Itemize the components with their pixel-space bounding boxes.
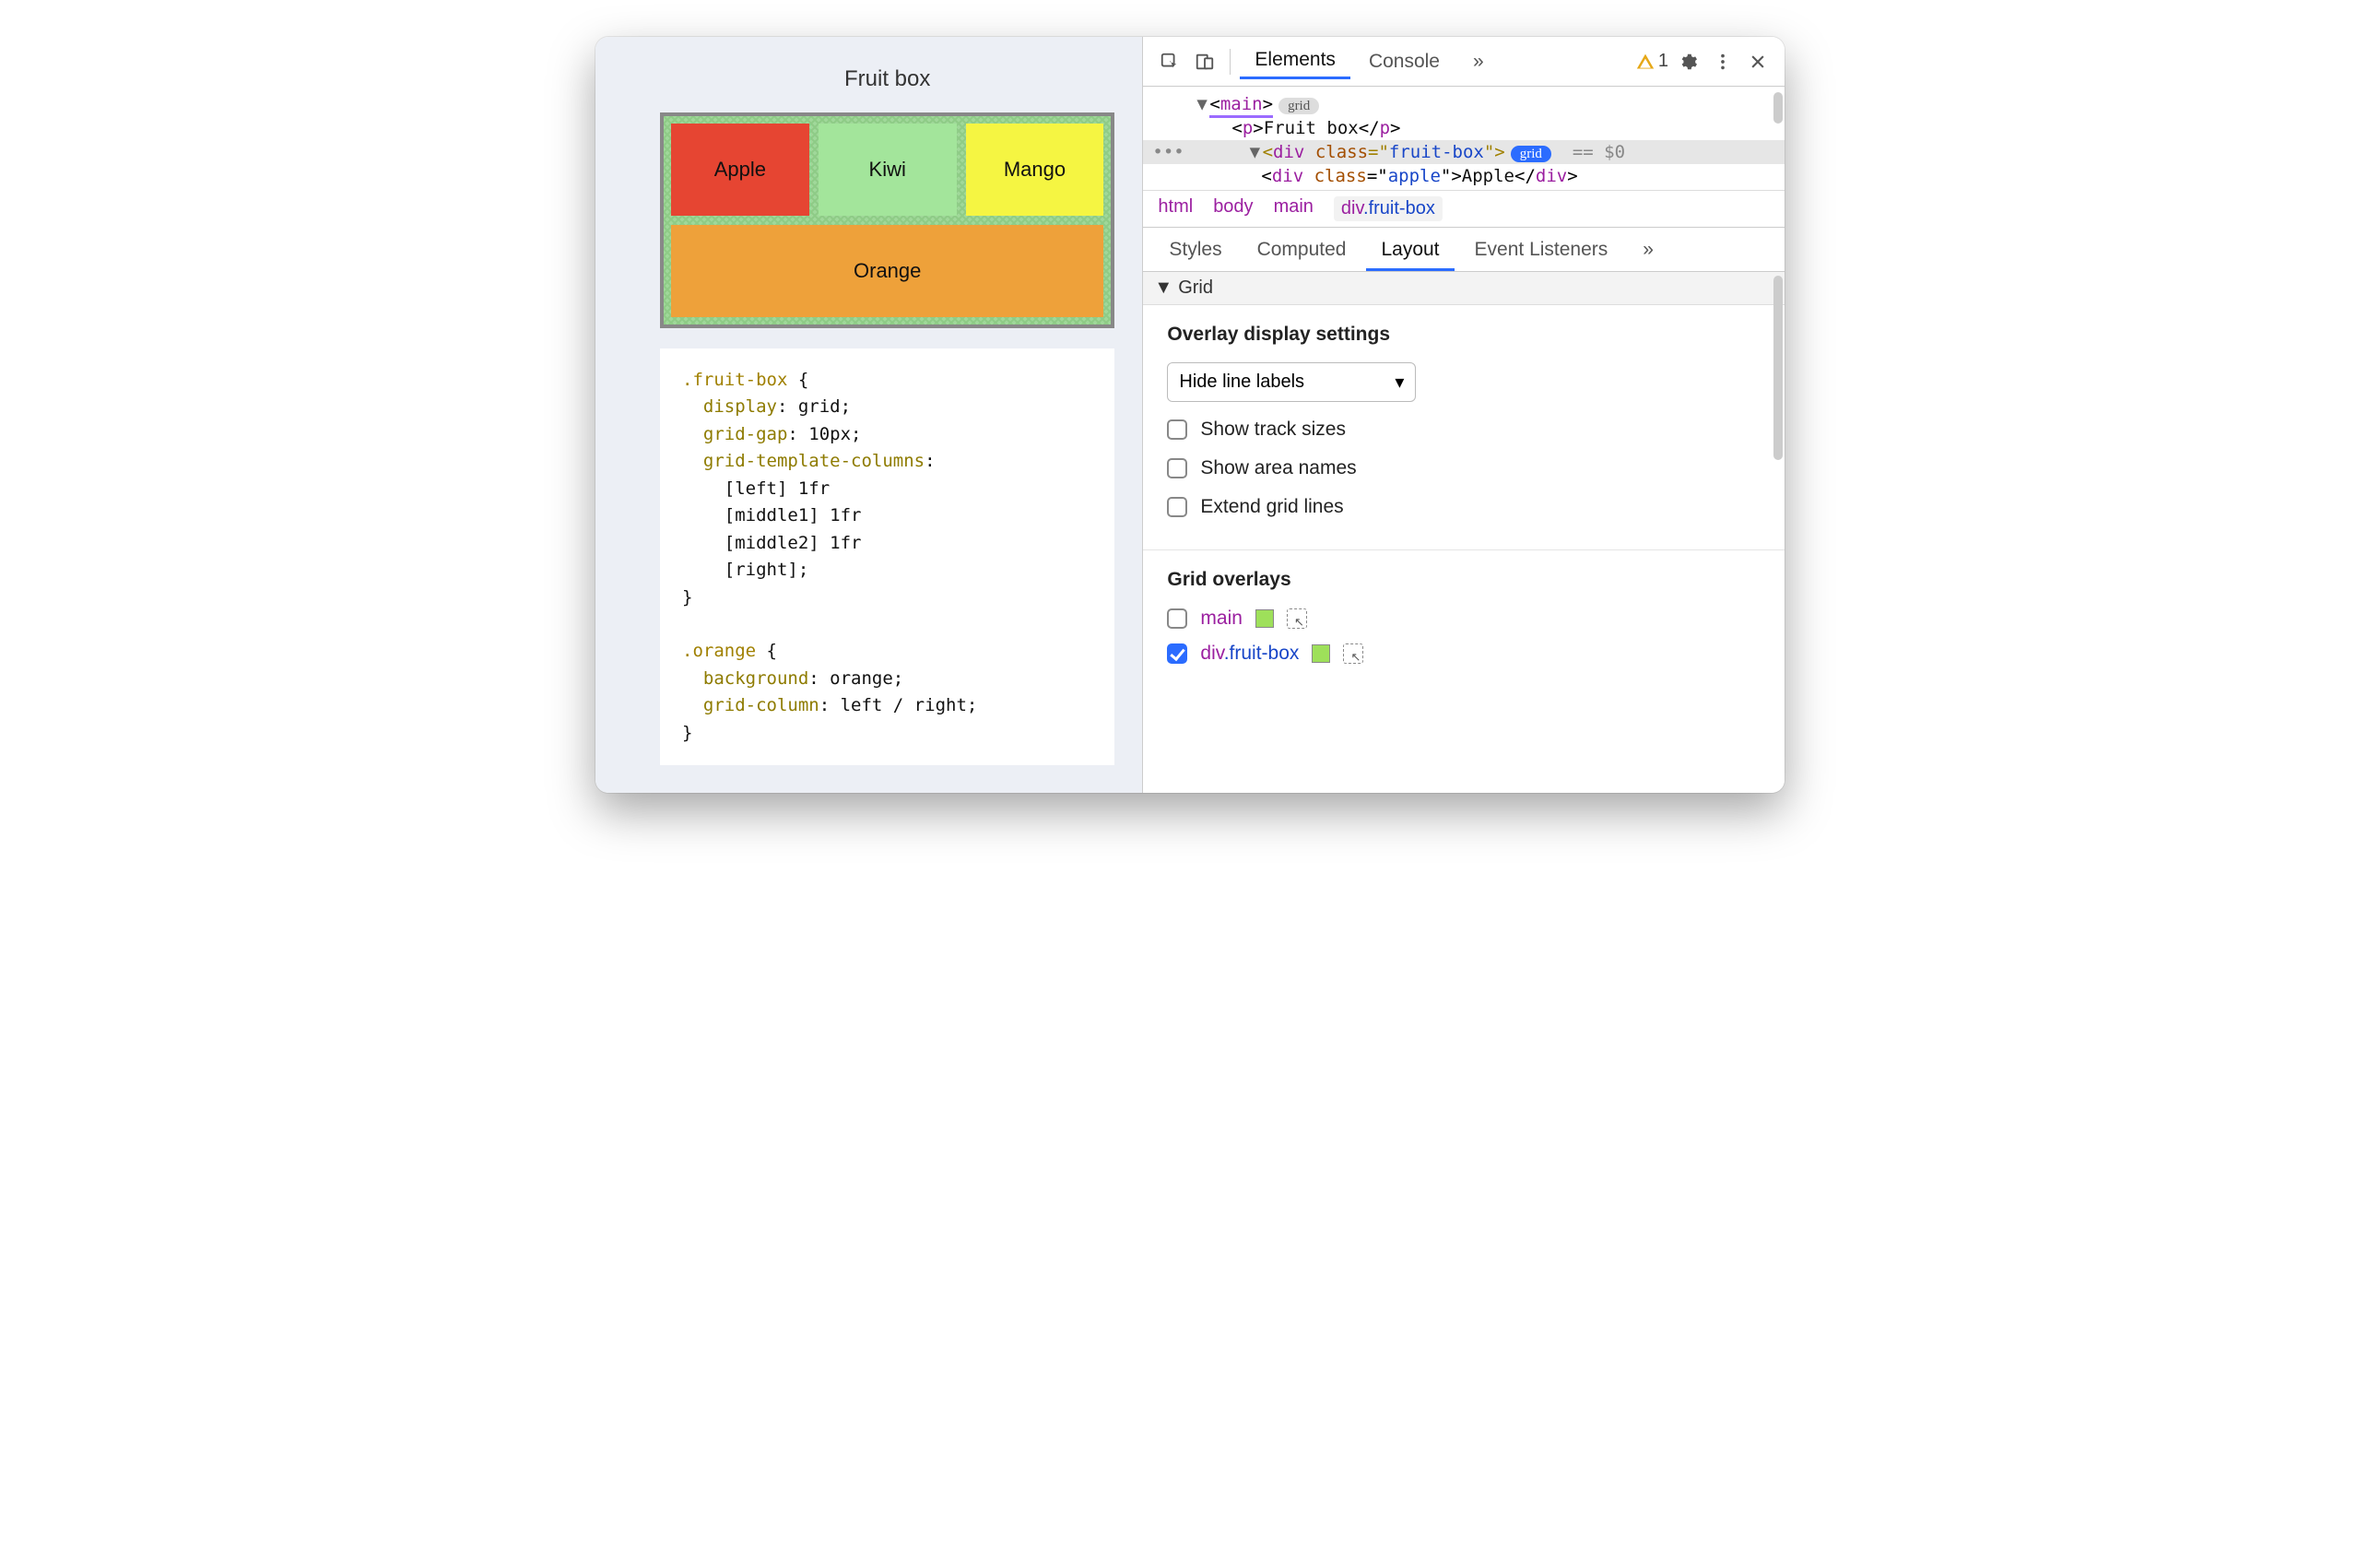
checkbox[interactable] xyxy=(1167,643,1187,664)
crumb-html[interactable]: html xyxy=(1158,196,1193,221)
page-title: Fruit box xyxy=(660,66,1114,92)
divider xyxy=(1230,49,1231,75)
warn-count: 1 xyxy=(1658,51,1668,72)
dom-line-main[interactable]: ▼<main>grid xyxy=(1143,92,1785,116)
grid-section-header[interactable]: ▼ Grid xyxy=(1143,272,1785,305)
grid-overlays-title: Grid overlays xyxy=(1167,569,1761,591)
highlight-icon[interactable] xyxy=(1343,643,1363,664)
dom-tree-container: ▼<main>grid <p>Fruit box</p> ••• ▼<div c… xyxy=(1143,87,1785,190)
tab-console[interactable]: Console xyxy=(1354,45,1455,78)
overlay-settings-title: Overlay display settings xyxy=(1167,324,1761,346)
dom-line-p[interactable]: <p>Fruit box</p> xyxy=(1143,116,1785,140)
fruit-orange[interactable]: Orange xyxy=(671,225,1103,317)
subtabs-overflow[interactable]: » xyxy=(1628,231,1668,271)
tabs-overflow[interactable]: » xyxy=(1458,45,1499,78)
color-swatch[interactable] xyxy=(1255,609,1274,628)
scrollbar-thumb[interactable] xyxy=(1773,276,1783,460)
chevron-down-icon: ▾ xyxy=(1395,371,1404,394)
close-icon[interactable] xyxy=(1742,46,1773,77)
checkbox[interactable] xyxy=(1167,419,1187,440)
kebab-icon[interactable] xyxy=(1707,46,1738,77)
grid-overlays-section: Grid overlays main div.fruit-box xyxy=(1143,549,1785,692)
opt-show-area-names[interactable]: Show area names xyxy=(1167,457,1761,479)
overlay-fruit-box[interactable]: div.fruit-box xyxy=(1167,643,1761,665)
dom-tree[interactable]: ▼<main>grid <p>Fruit box</p> ••• ▼<div c… xyxy=(1143,87,1785,190)
fruit-kiwi[interactable]: Kiwi xyxy=(819,124,957,216)
devtools-window: Fruit box Apple Kiwi Mango Orange .fruit… xyxy=(595,37,1785,793)
subtabs: Styles Computed Layout Event Listeners » xyxy=(1143,228,1785,272)
layout-panel: ▼ Grid Overlay display settings Hide lin… xyxy=(1143,272,1785,793)
opt-show-track-sizes[interactable]: Show track sizes xyxy=(1167,419,1761,441)
overlay-display-settings: Overlay display settings Hide line label… xyxy=(1143,305,1785,549)
subtab-styles[interactable]: Styles xyxy=(1154,231,1236,271)
checkbox[interactable] xyxy=(1167,608,1187,629)
opt-extend-grid-lines[interactable]: Extend grid lines xyxy=(1167,496,1761,518)
breadcrumb[interactable]: html body main div.fruit-box xyxy=(1143,190,1785,228)
crumb-main[interactable]: main xyxy=(1274,196,1314,221)
inspect-icon[interactable] xyxy=(1154,46,1185,77)
device-toggle-icon[interactable] xyxy=(1189,46,1220,77)
dom-line-selected[interactable]: ••• ▼<div class="fruit-box">grid == $0 xyxy=(1143,140,1785,164)
chevron-down-icon: ▼ xyxy=(1154,277,1172,299)
crumb-body[interactable]: body xyxy=(1213,196,1253,221)
rendered-page: Fruit box Apple Kiwi Mango Orange .fruit… xyxy=(595,37,1142,793)
crumb-current[interactable]: div.fruit-box xyxy=(1334,196,1443,221)
tab-elements[interactable]: Elements xyxy=(1240,43,1350,79)
checkbox[interactable] xyxy=(1167,497,1187,517)
dom-line-apple[interactable]: <div class="apple">Apple</div> xyxy=(1143,164,1785,188)
overlay-main[interactable]: main xyxy=(1167,608,1761,630)
devtools-panel: Elements Console » 1 ▼<main>grid <p>Frui xyxy=(1142,37,1785,793)
highlight-icon[interactable] xyxy=(1287,608,1307,629)
warnings-badge[interactable]: 1 xyxy=(1636,51,1668,72)
subtab-layout[interactable]: Layout xyxy=(1366,231,1454,271)
css-code-block: .fruit-box { display: grid; grid-gap: 10… xyxy=(660,348,1114,765)
fruit-box-grid[interactable]: Apple Kiwi Mango Orange xyxy=(660,112,1114,328)
fruit-apple[interactable]: Apple xyxy=(671,124,809,216)
color-swatch[interactable] xyxy=(1312,644,1330,663)
fruit-mango[interactable]: Mango xyxy=(966,124,1104,216)
devtools-toolbar: Elements Console » 1 xyxy=(1143,37,1785,87)
gear-icon[interactable] xyxy=(1672,46,1703,77)
subtab-computed[interactable]: Computed xyxy=(1243,231,1361,271)
subtab-listeners[interactable]: Event Listeners xyxy=(1460,231,1623,271)
line-labels-select[interactable]: Hide line labels ▾ xyxy=(1167,362,1416,402)
checkbox[interactable] xyxy=(1167,458,1187,478)
